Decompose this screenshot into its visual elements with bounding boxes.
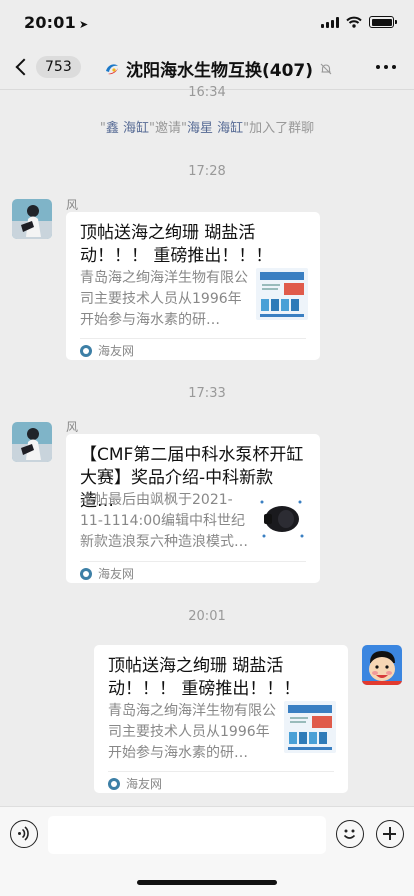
timestamp: 16:34 [188, 85, 226, 100]
source-name: 海友网 [98, 344, 135, 358]
card-title: 顶帖送海之绚珊 瑚盐活动！！！ 重磅推出！！！ [108, 656, 301, 699]
link-card[interactable]: 顶帖送海之绚珊 瑚盐活动！！！ 重磅推出！！！ 青岛海之绚海洋生物有限公司主要技… [66, 212, 320, 360]
location-icon: ➤ [78, 18, 89, 31]
card-thumbnail [256, 268, 308, 320]
sender-name: 风 [66, 198, 79, 212]
home-indicator [137, 880, 277, 885]
message-input[interactable] [48, 816, 326, 854]
battery-icon [369, 16, 397, 28]
status-time: 20:01 [24, 13, 76, 32]
card-description: 青岛海之绚海洋生物有限公司主要技术人员从1996年开始参与海水素的研… [80, 270, 248, 328]
card-source: 海友网 [80, 565, 134, 582]
card-description: 青岛海之绚海洋生物有限公司主要技术人员从1996年开始参与海水素的研… [108, 703, 276, 761]
card-description: 本帖最后由飒枫于2021-11-1114:00编辑中科世纪新款造浪泵六种造浪模式… [80, 492, 248, 550]
back-button[interactable]: 753 [12, 53, 81, 81]
link-card[interactable]: 顶帖送海之绚珊 瑚盐活动！！！ 重磅推出！！！ 青岛海之绚海洋生物有限公司主要技… [94, 645, 348, 793]
avatar[interactable] [362, 645, 402, 685]
inviter-link[interactable]: 鑫 海缸 [106, 121, 149, 136]
plus-button[interactable] [376, 820, 404, 848]
timestamp: 17:28 [188, 164, 226, 179]
card-title: 顶帖送海之绚珊 瑚盐活动！！！ 重磅推出！！！ [80, 223, 273, 266]
source-logo-icon [80, 344, 92, 357]
more-button[interactable] [376, 65, 396, 69]
chat-title[interactable]: 沈阳海水生物互换(407) [104, 56, 333, 81]
system-message: "鑫 海缸"邀请"海星 海缸"加入了群聊 [99, 121, 315, 136]
bell-muted-icon [320, 63, 332, 74]
avatar[interactable] [12, 422, 52, 462]
source-logo-icon [108, 777, 120, 790]
card-source: 海友网 [108, 775, 162, 792]
emoji-icon [343, 829, 356, 839]
voice-button[interactable] [10, 820, 38, 848]
emoji-button[interactable] [336, 820, 364, 848]
unread-count-badge: 753 [36, 56, 81, 78]
timestamp: 20:01 [188, 609, 226, 624]
chevron-left-icon [15, 58, 33, 76]
source-name: 海友网 [98, 567, 135, 581]
wifi-icon [346, 16, 362, 28]
divider [80, 561, 306, 562]
invitee-link[interactable]: 海星 海缸 [187, 121, 243, 136]
sender-name: 风 [66, 420, 79, 434]
card-thumbnail [284, 701, 336, 753]
divider [80, 338, 306, 339]
chat-title-text: 沈阳海水生物互换(407) [126, 61, 314, 81]
link-card[interactable]: 【CMF第二届中科水泵杯开缸大赛】奖品介绍-中科新款造… 本帖最后由飒枫于202… [66, 434, 320, 583]
avatar[interactable] [12, 199, 52, 239]
timestamp: 17:33 [188, 386, 226, 401]
status-bar: 20:01 ➤ [0, 0, 414, 44]
group-logo-icon [106, 63, 118, 74]
signal-icon [321, 16, 339, 28]
chat-header: 753 沈阳海水生物互换(407) [0, 44, 414, 90]
source-name: 海友网 [126, 777, 163, 791]
divider [108, 771, 334, 772]
card-source: 海友网 [80, 342, 134, 359]
voice-icon [18, 826, 29, 841]
source-logo-icon [80, 567, 92, 580]
card-thumbnail [256, 492, 308, 544]
